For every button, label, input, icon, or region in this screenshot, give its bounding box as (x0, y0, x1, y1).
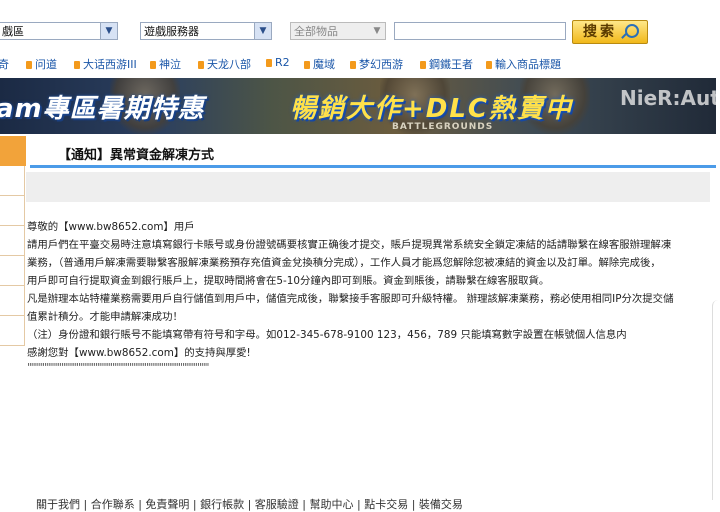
nav-item[interactable]: 大话西游III (74, 56, 137, 72)
nav-item[interactable]: 鋼鐵王者 (420, 56, 473, 72)
page-title: 【通知】異常資金解凍方式 (58, 148, 215, 163)
bullet-icon (26, 61, 32, 69)
banner-game-caption: BATTLEGROUNDS (392, 122, 494, 132)
banner-right-title: NieR:Automat (620, 86, 716, 110)
nav-item[interactable]: R2 (266, 56, 290, 69)
nav-item[interactable]: 神泣 (150, 56, 181, 72)
side-menu-item[interactable] (0, 196, 25, 226)
side-menu-item[interactable] (0, 286, 25, 316)
nav-item-label: 神泣 (159, 58, 181, 71)
bullet-icon (350, 61, 356, 69)
notice-line: 值累計積分。才能申請解凍成功！ (27, 311, 183, 323)
title-divider (30, 165, 716, 168)
trailing-quotes: """"""""""""""""""""""""""""""""""""""""… (27, 362, 209, 374)
bullet-icon (150, 61, 156, 69)
side-menu-item[interactable] (0, 316, 25, 346)
bullet-icon (266, 59, 272, 67)
nav-item-label: 梦幻西游 (359, 58, 403, 71)
notice-line: 業務，（普通用戶解凍需要聯繫客服解凍業務預存充值資金兌換積分完成），工作人員才能… (27, 257, 661, 269)
nav-item-label: 魔域 (313, 58, 335, 71)
bullet-icon (74, 61, 80, 69)
scrollbar[interactable] (712, 300, 720, 500)
game-nav: 奇 问道 大话西游III 神泣 天龙八部 R2 魔域 梦幻西游 鋼鐵王者 輸入商… (0, 56, 720, 74)
banner-headline: am專區暑期特惠 (0, 94, 205, 124)
side-menu-item[interactable] (0, 166, 25, 196)
server-select-value: 遊戲服務器 (144, 25, 199, 38)
notice-line: 感謝您對【www.bw8652.com】的支持與厚愛! (27, 347, 251, 359)
notice-line: 尊敬的【www.bw8652.com】用戶 (27, 221, 195, 233)
chevron-down-icon[interactable]: ▼ (100, 23, 117, 39)
bullet-icon (198, 61, 204, 69)
server-select[interactable]: 遊戲服務器 ▼ (140, 22, 272, 40)
nav-item-label: R2 (275, 56, 290, 69)
chevron-down-icon[interactable]: ▼ (254, 23, 271, 39)
nav-item[interactable]: 天龙八部 (198, 56, 251, 72)
bullet-icon (486, 61, 492, 69)
nav-item-label: 鋼鐵王者 (429, 58, 473, 71)
promo-banner[interactable]: am專區暑期特惠 暢銷大作+DLC熱賣中 BATTLEGROUNDS NieR:… (0, 78, 716, 134)
notice-line: 用戶即可自行提取資金到銀行賬戶上，提取時間將會在5-10分鐘內即可到賬。資金到賬… (27, 275, 550, 287)
nav-item[interactable]: 魔域 (304, 56, 335, 72)
notice-line: 請用戶們在平臺交易時注意填寫銀行卡賬号或身份證號碼要核實正确後才提交，賬戶提現異… (27, 239, 672, 251)
nav-item-label: 輸入商品標題 (495, 58, 561, 71)
notice-line: （注）身份證和銀行賬号不能填寫帶有符号和字母。如012-345-678-9100… (27, 329, 627, 341)
notice-body: 尊敬的【www.bw8652.com】用戶 請用戶們在平臺交易時注意填寫銀行卡賬… (27, 218, 713, 374)
footer-links[interactable]: 關于我們 | 合作聯系 | 免責聲明 | 銀行帳款 | 客服驗證 | 幫助中心 … (36, 496, 463, 512)
nav-item-label: 天龙八部 (207, 58, 251, 71)
keyword-input[interactable] (394, 22, 566, 40)
notice-line: 凡是辦理本站特權業務需要用戶自行儲值到用戶中，儲值完成後，聯繫接手客服即可升級特… (27, 293, 674, 305)
side-menu-item[interactable] (0, 226, 25, 256)
category-select[interactable]: 全部物品 ▼ (290, 22, 386, 40)
bullet-icon (304, 61, 310, 69)
bullet-icon (420, 61, 426, 69)
side-menu (0, 136, 26, 356)
search-button[interactable]: 搜索 (572, 20, 648, 44)
info-band (26, 172, 710, 202)
nav-item-label: 奇 (0, 58, 9, 71)
nav-item-label: 大话西游III (83, 58, 137, 71)
region-select[interactable]: 戲區 ▼ (0, 22, 118, 40)
nav-item[interactable]: 奇 (0, 56, 9, 72)
chevron-down-icon[interactable]: ▼ (369, 23, 385, 39)
side-menu-active[interactable] (0, 136, 26, 166)
nav-item[interactable]: 问道 (26, 56, 57, 72)
nav-item-label: 问道 (35, 58, 57, 71)
search-icon (625, 24, 639, 38)
search-bar: 戲區 ▼ 遊戲服務器 ▼ 全部物品 ▼ 搜索 (0, 0, 720, 64)
nav-item[interactable]: 梦幻西游 (350, 56, 403, 72)
side-menu-item[interactable] (0, 256, 25, 286)
banner-slogan: 暢銷大作+DLC熱賣中 (290, 94, 574, 124)
search-button-label: 搜索 (583, 24, 617, 40)
region-select-value: 戲區 (2, 25, 24, 38)
nav-item[interactable]: 輸入商品標題 (486, 56, 561, 72)
category-select-value: 全部物品 (294, 25, 338, 38)
